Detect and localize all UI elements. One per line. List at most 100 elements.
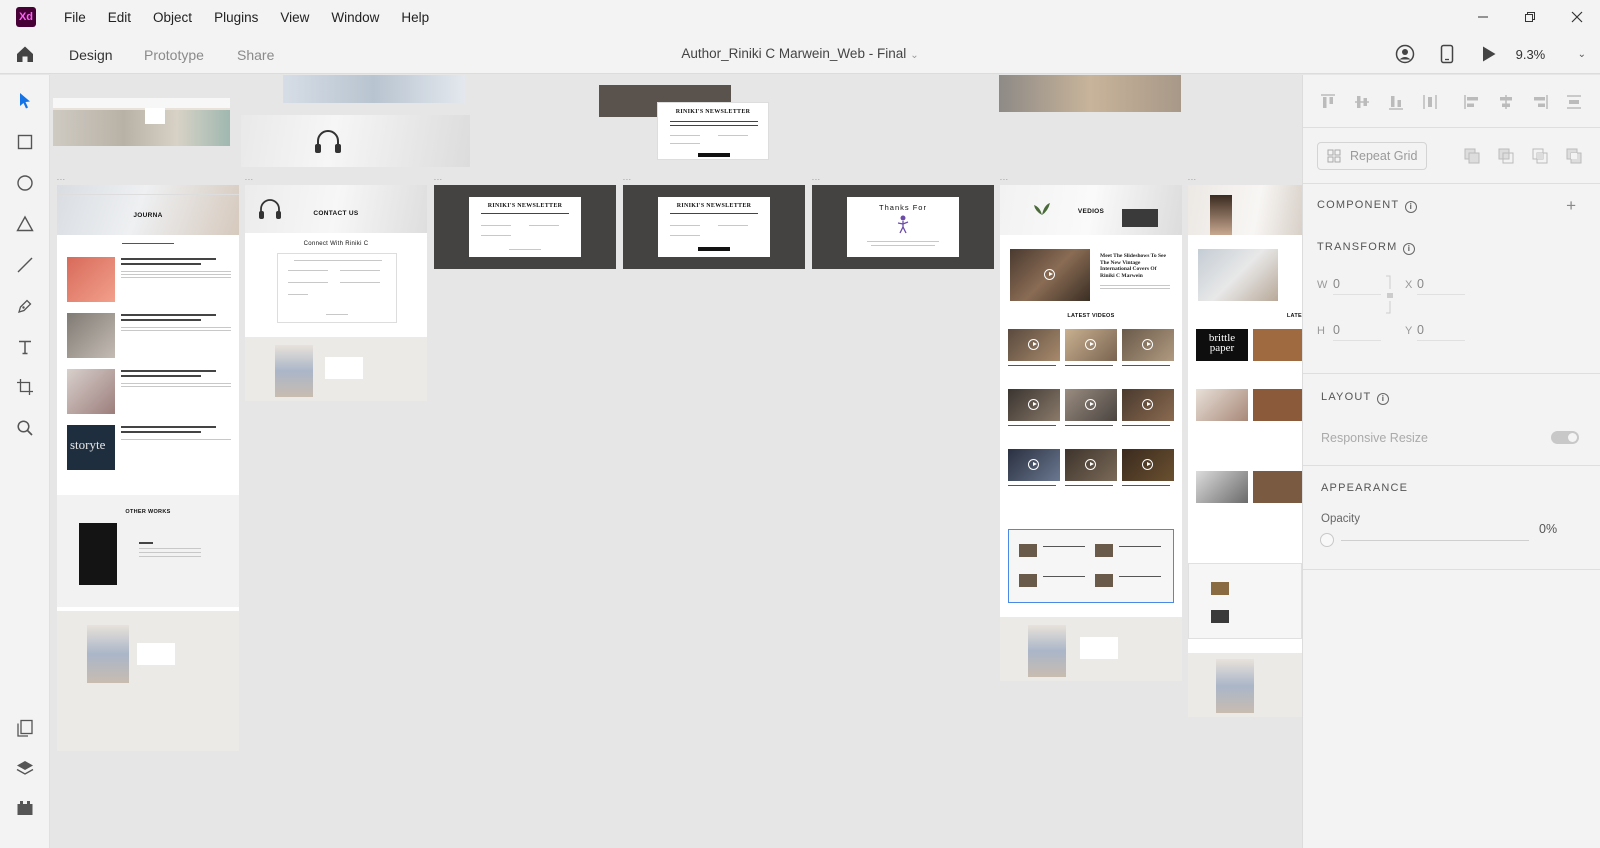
header-actions: 9.3% ⌄ (1376, 42, 1586, 66)
plugins-panel-button[interactable] (13, 796, 37, 820)
artboard-contact[interactable]: CONTACT US Connect With Riniki C (245, 185, 427, 401)
line-tool[interactable] (13, 253, 37, 277)
add-boolean-icon[interactable] (1463, 147, 1481, 165)
select-tool[interactable] (13, 89, 37, 113)
thanks-modal: Thanks For (847, 197, 959, 257)
align-center-icon[interactable] (1497, 93, 1515, 111)
reader-photo (1210, 195, 1232, 235)
distribute-horizontal-icon[interactable] (1565, 93, 1583, 111)
menu-window[interactable]: Window (331, 10, 379, 25)
zoom-icon (17, 420, 33, 436)
align-right-icon[interactable] (1531, 93, 1549, 111)
menu-plugins[interactable]: Plugins (214, 10, 258, 25)
artboard-label[interactable]: ... (434, 175, 443, 182)
intersect-boolean-icon[interactable] (1531, 147, 1549, 165)
article-thumb (67, 313, 115, 358)
close-button[interactable] (1553, 0, 1600, 34)
repeat-grid-button[interactable]: Repeat Grid (1317, 142, 1427, 170)
book-thumb (1253, 329, 1302, 361)
article-title-line (121, 426, 216, 428)
artboard-books[interactable]: LATE brittle paper (1188, 185, 1302, 717)
lock-aspect-icon[interactable] (1385, 275, 1395, 315)
artboard-journal[interactable]: JOURNA storyte OTHER WORKS (57, 185, 239, 751)
popular-thumb (1211, 610, 1229, 623)
separator (1303, 373, 1600, 374)
share-user-button[interactable] (1392, 42, 1418, 66)
artboard-label[interactable]: ... (1188, 175, 1197, 182)
text-tool[interactable] (13, 335, 37, 359)
ellipse-tool[interactable] (13, 171, 37, 195)
appearance-heading: APPEARANCE (1321, 482, 1409, 494)
celebration-figure-icon (897, 215, 909, 234)
info-icon[interactable]: i (1403, 243, 1416, 255)
artboard-label[interactable]: ... (245, 175, 254, 182)
align-top-icon[interactable] (1319, 93, 1337, 111)
menu-object[interactable]: Object (153, 10, 192, 25)
artboard-videos[interactable]: VEDIOS Meet The Slideshows To See The Ne… (1000, 185, 1182, 681)
zoom-chevron-down-icon[interactable]: ⌄ (1578, 49, 1586, 60)
minimize-button[interactable] (1459, 0, 1506, 34)
subscribe-button (698, 247, 730, 251)
add-component-plus-icon[interactable]: + (1566, 196, 1576, 216)
menu-help[interactable]: Help (401, 10, 429, 25)
artboard-label[interactable]: ... (623, 175, 632, 182)
artboard-newsletter-b[interactable]: RINIKI'S NEWSLETTER (623, 185, 805, 269)
y-input[interactable]: 0 (1417, 323, 1467, 338)
tab-design[interactable]: Design (69, 47, 113, 63)
artboard-tool[interactable] (13, 375, 37, 399)
opacity-slider-track[interactable] (1341, 540, 1529, 541)
opacity-value[interactable]: 0% (1539, 522, 1557, 536)
artboard-thanks[interactable]: Thanks For (812, 185, 994, 269)
home-button[interactable] (14, 43, 36, 65)
artboard-top-header[interactable] (53, 98, 230, 146)
width-input[interactable]: 0 (1333, 277, 1383, 292)
layers-panel-button[interactable] (13, 756, 37, 780)
info-icon[interactable]: i (1377, 393, 1390, 405)
responsive-resize-toggle[interactable] (1551, 431, 1579, 444)
info-icon[interactable]: i (1405, 201, 1418, 213)
chevron-down-icon[interactable]: ⌄ (910, 50, 918, 61)
height-input[interactable]: 0 (1333, 323, 1383, 338)
artboard-label[interactable]: ... (1000, 175, 1009, 182)
assets-panel-button[interactable] (13, 716, 37, 740)
align-left-icon[interactable] (1463, 93, 1481, 111)
desktop-preview-button[interactable] (1476, 42, 1502, 66)
zoom-tool[interactable] (13, 416, 37, 440)
zoom-level[interactable]: 9.3% (1516, 47, 1566, 62)
rectangle-tool[interactable] (13, 130, 37, 154)
artboard-newsletter-a[interactable]: RINIKI'S NEWSLETTER (434, 185, 616, 269)
device-preview-button[interactable] (1434, 42, 1460, 66)
align-middle-icon[interactable] (1353, 93, 1371, 111)
pen-tool[interactable] (13, 294, 37, 318)
distribute-vertical-icon[interactable] (1421, 93, 1439, 111)
subtitle-line (122, 243, 174, 244)
tab-prototype[interactable]: Prototype (144, 47, 204, 63)
design-canvas[interactable]: RINIKI'S NEWSLETTER ... ... ... ... ... … (51, 75, 1302, 848)
newsletter-modal-top[interactable]: RINIKI'S NEWSLETTER (657, 102, 769, 160)
text-line (1119, 546, 1161, 547)
document-title[interactable]: Author_Riniki C Marwein_Web - Final (681, 46, 906, 61)
popular-now-selection[interactable] (1008, 529, 1174, 603)
menu-view[interactable]: View (280, 10, 309, 25)
footer-card (1080, 637, 1118, 659)
tab-share[interactable]: Share (237, 47, 274, 63)
contact-subheading: Connect With Riniki C (303, 241, 369, 247)
x-input[interactable]: 0 (1417, 277, 1467, 292)
restore-button[interactable] (1506, 0, 1553, 34)
opacity-slider-knob[interactable] (1320, 533, 1334, 547)
tools-panel (0, 75, 50, 848)
field-line (288, 294, 308, 295)
menu-file[interactable]: File (64, 10, 86, 25)
align-bottom-icon[interactable] (1387, 93, 1405, 111)
menu-edit[interactable]: Edit (108, 10, 131, 25)
polygon-tool[interactable] (13, 212, 37, 236)
brittle-paper-text: brittle paper (1208, 332, 1236, 354)
exclude-boolean-icon[interactable] (1565, 147, 1583, 165)
article-title-line (121, 319, 201, 321)
subtract-boolean-icon[interactable] (1497, 147, 1515, 165)
text-line (1122, 425, 1170, 426)
artboard-label[interactable]: ... (812, 175, 821, 182)
artboard-label[interactable]: ... (57, 175, 66, 182)
text-line (1065, 425, 1113, 426)
text-line (1008, 365, 1056, 366)
